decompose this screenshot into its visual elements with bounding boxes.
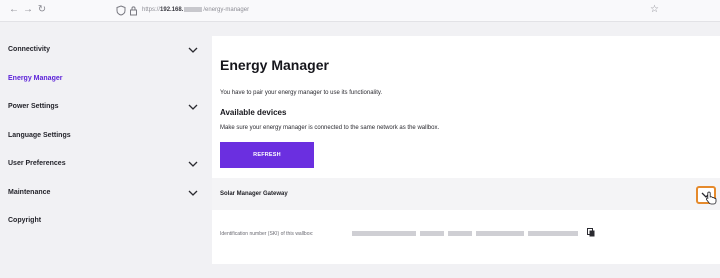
redacted-text (528, 231, 578, 236)
redacted-text (352, 231, 416, 236)
browser-toolbar: ← → ↻ https://192.168. /energy-manager ☆ (0, 0, 720, 22)
sidebar-item-label: Connectivity (8, 46, 51, 53)
sidebar-item-copyright[interactable]: Copyright (8, 214, 200, 232)
forward-icon[interactable]: → (22, 4, 34, 16)
network-hint-text: Make sure your energy manager is connect… (220, 125, 440, 131)
sidebar-item-label: Energy Manager (8, 75, 63, 82)
sidebar-item-energy-manager[interactable]: Energy Manager (8, 72, 200, 90)
available-devices-heading: Available devices (220, 108, 287, 117)
chevron-down-icon (188, 47, 198, 53)
sidebar-item-user-preferences[interactable]: User Preferences (8, 157, 200, 175)
identification-number-label: Identification number (SKI) of this wall… (220, 231, 314, 237)
device-row[interactable]: Solar Manager Gateway (212, 178, 720, 210)
url-prefix: https:// (142, 7, 161, 13)
redacted-text (184, 6, 203, 12)
sidebar-item-connectivity[interactable]: Connectivity (8, 43, 200, 61)
sidebar-item-language-settings[interactable]: Language Settings (8, 129, 200, 147)
url-path: /energy-manager (203, 7, 250, 13)
chevron-down-icon (188, 104, 198, 110)
shield-icon[interactable] (116, 5, 126, 16)
bookmark-star-icon[interactable]: ☆ (650, 4, 659, 16)
energy-manager-panel: Energy Manager You have to pair your ene… (212, 36, 720, 264)
refresh-button[interactable]: REFRESH (220, 142, 314, 168)
back-icon[interactable]: ← (8, 4, 20, 16)
chevron-down-icon (188, 190, 198, 196)
page-title: Energy Manager (220, 57, 329, 73)
reload-icon[interactable]: ↻ (36, 4, 48, 16)
device-name: Solar Manager Gateway (220, 191, 288, 197)
hand-cursor-icon (705, 191, 717, 205)
lock-icon[interactable] (129, 5, 138, 16)
sidebar-item-label: Maintenance (8, 189, 51, 196)
sidebar-item-label: User Preferences (8, 160, 66, 167)
url-host: 192.168. (160, 7, 184, 13)
sidebar-item-label: Power Settings (8, 103, 59, 110)
address-bar[interactable]: https://192.168. /energy-manager (142, 6, 249, 15)
chevron-down-icon (188, 161, 198, 167)
redacted-text (448, 231, 472, 236)
sidebar-item-label: Copyright (8, 217, 42, 224)
sidebar-item-power-settings[interactable]: Power Settings (8, 100, 200, 118)
sidebar-item-label: Language Settings (8, 132, 71, 139)
redacted-text (476, 231, 524, 236)
sidebar-item-maintenance[interactable]: Maintenance (8, 186, 200, 204)
redacted-text (420, 231, 444, 236)
pairing-info-text: You have to pair your energy manager to … (220, 90, 383, 96)
copy-icon[interactable] (587, 228, 595, 237)
